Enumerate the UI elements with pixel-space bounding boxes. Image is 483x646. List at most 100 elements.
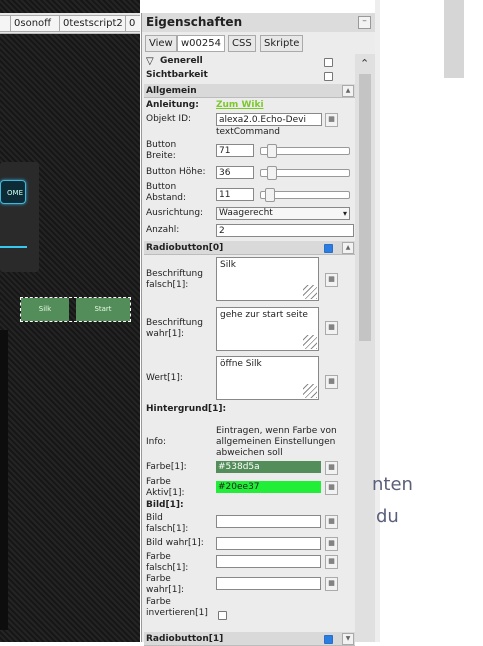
selection-box[interactable] (20, 297, 131, 322)
button-abstand-slider-knob[interactable] (265, 188, 275, 202)
section-allgemein-toggle-icon[interactable]: ▲ (342, 85, 354, 97)
section-radiobutton-0-toggle-icon[interactable]: ▲ (342, 242, 354, 254)
generell-label: Generell (160, 56, 203, 66)
bild-wahr-input[interactable] (216, 537, 321, 550)
radiobutton-1-checkbox[interactable] (324, 635, 333, 644)
objekt-id-row: Objekt ID: alexa2.0.Echo-Devi ▦ textComm… (144, 113, 355, 141)
right-page-scrollbar[interactable] (444, 0, 464, 78)
wert-value: öffne Silk (220, 359, 262, 369)
wert-textarea[interactable]: öffne Silk (216, 356, 319, 400)
farbe-input[interactable]: #538d5a (216, 461, 321, 473)
farbe-invertieren-row: Farbe invertieren[1] (144, 597, 355, 621)
beschriftung-falsch-button[interactable]: ▦ (325, 273, 338, 287)
button-abstand-label: Button Abstand: (146, 182, 187, 203)
wiki-link[interactable]: Zum Wiki (216, 100, 264, 111)
button-breite-slider[interactable] (260, 144, 350, 158)
objekt-id-subvalue: textCommand (216, 127, 281, 137)
anzahl-label: Anzahl: (146, 225, 180, 235)
home-button[interactable]: OME (0, 180, 26, 204)
button-abstand-input[interactable]: 11 (216, 188, 254, 201)
view-tab-0testscript2[interactable]: 0testscript2 (59, 15, 129, 32)
bild-falsch-input[interactable] (216, 515, 321, 528)
objekt-id-select-button[interactable]: ▦ (325, 113, 338, 127)
ausrichtung-select[interactable]: Waagerecht ▾ (216, 207, 350, 220)
generell-checkbox[interactable] (324, 58, 333, 67)
collapse-panel-button[interactable]: – (358, 16, 371, 29)
beschriftung-falsch-textarea[interactable]: Silk (216, 257, 319, 301)
farbe-aktiv-row: Farbe Aktiv[1]: #20ee37 ▦ (144, 477, 355, 499)
ausrichtung-row: Ausrichtung: Waagerecht ▾ (144, 207, 355, 221)
properties-tabs: View w00254 CSS Skripte (142, 33, 375, 53)
tab-skripte[interactable]: Skripte (260, 35, 304, 52)
objekt-id-input[interactable]: alexa2.0.Echo-Devi (216, 113, 322, 126)
properties-header: Eigenschaften – (142, 13, 375, 32)
resize-grip-icon[interactable] (303, 335, 317, 349)
section-radiobutton-1-label: Radiobutton[1] (146, 634, 224, 644)
bild-label: Bild[1]: (146, 500, 184, 510)
tab-css[interactable]: CSS (228, 35, 256, 52)
button-abstand-slider[interactable] (260, 188, 350, 202)
view-tab-0sonoff[interactable]: 0sonoff (10, 15, 63, 32)
tab-widget[interactable]: w00254 (177, 35, 225, 52)
anzahl-input[interactable]: 2 (216, 224, 354, 237)
section-radiobutton-0-label: Radiobutton[0] (146, 243, 224, 253)
resize-grip-icon[interactable] (303, 384, 317, 398)
bild-falsch-label: Bild falsch[1]: (146, 513, 189, 534)
properties-panel: Eigenschaften – View w00254 CSS Skripte … (141, 13, 375, 646)
radiobutton-0-checkbox[interactable] (324, 244, 333, 253)
button-hoehe-slider[interactable] (260, 166, 350, 180)
info-row: Info: Eintragen, wenn Farbe von allgemei… (144, 426, 355, 460)
tab-view[interactable]: View (145, 35, 177, 52)
button-breite-input[interactable]: 71 (216, 144, 254, 157)
generell-row[interactable]: ▽ Generell (144, 56, 355, 68)
sichtbarkeit-checkbox[interactable] (324, 72, 333, 81)
editor-canvas[interactable]: 0sonoff 0testscript2 0 OME Silk Start (0, 0, 140, 642)
wert-button[interactable]: ▦ (325, 375, 338, 389)
farbe-aktiv-input[interactable]: #20ee37 (216, 481, 321, 493)
hintergrund-row: Hintergrund[1]: (144, 404, 355, 428)
ausrichtung-label: Ausrichtung: (146, 208, 204, 218)
farbe-picker-button[interactable]: ▦ (325, 461, 338, 475)
beschriftung-falsch-label: Beschriftung falsch[1]: (146, 269, 203, 290)
farbe-invertieren-label: Farbe invertieren[1] (146, 597, 208, 618)
bild-falsch-button[interactable]: ▦ (325, 515, 338, 529)
scroll-thumb[interactable] (359, 74, 371, 341)
sichtbarkeit-row[interactable]: Sichtbarkeit (144, 70, 355, 82)
resize-grip-icon[interactable] (303, 285, 317, 299)
section-radiobutton-0[interactable]: Radiobutton[0] ▲ (144, 241, 355, 255)
bild-wahr-button[interactable]: ▦ (325, 537, 338, 551)
section-allgemein[interactable]: Allgemein ▲ (144, 84, 355, 98)
wert-label: Wert[1]: (146, 373, 183, 383)
farbe-falsch-label: Farbe falsch[1]: (146, 552, 189, 573)
beschriftung-wahr-textarea[interactable]: gehe zur start seite (216, 307, 319, 351)
farbe-wahr-button[interactable]: ▦ (325, 577, 338, 591)
button-hoehe-label: Button Höhe: (146, 167, 206, 177)
section-radiobutton-1[interactable]: Radiobutton[1] ▼ (144, 632, 355, 646)
farbe-invertieren-checkbox[interactable] (218, 611, 227, 620)
button-hoehe-slider-knob[interactable] (267, 166, 277, 180)
bild-wahr-row: Bild wahr[1]: ▦ (144, 537, 355, 551)
section-allgemein-label: Allgemein (146, 86, 197, 96)
right-page-text-2: du (376, 506, 399, 527)
farbe-row: Farbe[1]: #538d5a ▦ (144, 461, 355, 475)
info-label: Info: (146, 437, 167, 447)
beschriftung-falsch-row: Beschriftung falsch[1]: Silk ▦ (144, 257, 355, 305)
beschriftung-wahr-button[interactable]: ▦ (325, 321, 338, 335)
button-breite-slider-knob[interactable] (267, 144, 277, 158)
scroll-up-icon[interactable]: ⌃ (360, 57, 369, 70)
dark-widget[interactable] (0, 330, 8, 630)
properties-scrollbar[interactable]: ⌃ (355, 54, 375, 642)
filter-icon: ▽ (146, 56, 154, 67)
farbe-aktiv-picker-button[interactable]: ▦ (325, 481, 338, 495)
panel-widget[interactable] (0, 162, 39, 272)
right-page-border (375, 0, 380, 642)
farbe-falsch-button[interactable]: ▦ (325, 555, 338, 569)
farbe-wahr-input[interactable] (216, 577, 321, 590)
hintergrund-label: Hintergrund[1]: (146, 404, 227, 414)
view-tab-more[interactable]: 0 (125, 15, 140, 32)
section-radiobutton-1-toggle-icon[interactable]: ▼ (342, 633, 354, 645)
farbe-falsch-input[interactable] (216, 555, 321, 568)
properties-body: ⌃ ▽ Generell Sichtbarkeit Allgemein ▲ An… (142, 54, 375, 646)
bild-wahr-label: Bild wahr[1]: (146, 538, 204, 548)
button-hoehe-input[interactable]: 36 (216, 166, 254, 179)
